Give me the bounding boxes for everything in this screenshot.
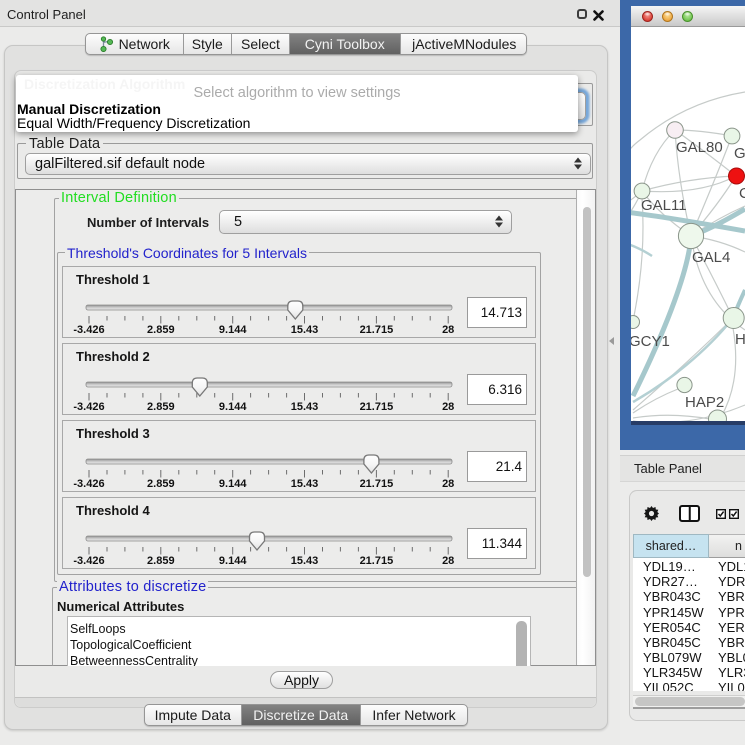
- svg-text:9.144: 9.144: [219, 401, 247, 413]
- svg-text:GAL4: GAL4: [692, 249, 730, 266]
- svg-text:15.43: 15.43: [291, 324, 319, 336]
- svg-text:9.144: 9.144: [219, 555, 247, 567]
- svg-text:21.715: 21.715: [360, 478, 394, 490]
- svg-text:HAP2: HAP2: [685, 394, 724, 411]
- svg-text:15.43: 15.43: [291, 555, 319, 567]
- svg-text:-3.426: -3.426: [73, 401, 104, 413]
- svg-text:28: 28: [442, 478, 454, 490]
- svg-text:G.: G.: [734, 145, 745, 162]
- svg-text:-3.426: -3.426: [73, 324, 104, 336]
- svg-text:2.859: 2.859: [147, 555, 175, 567]
- svg-text:28: 28: [442, 324, 454, 336]
- svg-text:28: 28: [442, 401, 454, 413]
- svg-text:9.144: 9.144: [219, 478, 247, 490]
- svg-text:-3.426: -3.426: [73, 555, 104, 567]
- svg-text:2.859: 2.859: [147, 478, 175, 490]
- svg-text:C: C: [739, 185, 745, 202]
- svg-text:2.859: 2.859: [147, 401, 175, 413]
- svg-text:21.715: 21.715: [360, 401, 394, 413]
- svg-text:GCY1: GCY1: [631, 333, 670, 350]
- svg-text:15.43: 15.43: [291, 401, 319, 413]
- svg-text:-3.426: -3.426: [73, 478, 104, 490]
- svg-text:21.715: 21.715: [360, 555, 394, 567]
- svg-text:GAL80: GAL80: [676, 139, 723, 156]
- svg-text:15.43: 15.43: [291, 478, 319, 490]
- svg-text:GAL11: GAL11: [641, 197, 687, 214]
- svg-text:2.859: 2.859: [147, 324, 175, 336]
- svg-text:9.144: 9.144: [219, 324, 247, 336]
- svg-text:21.715: 21.715: [360, 324, 394, 336]
- svg-text:H: H: [735, 331, 745, 348]
- svg-text:28: 28: [442, 555, 454, 567]
